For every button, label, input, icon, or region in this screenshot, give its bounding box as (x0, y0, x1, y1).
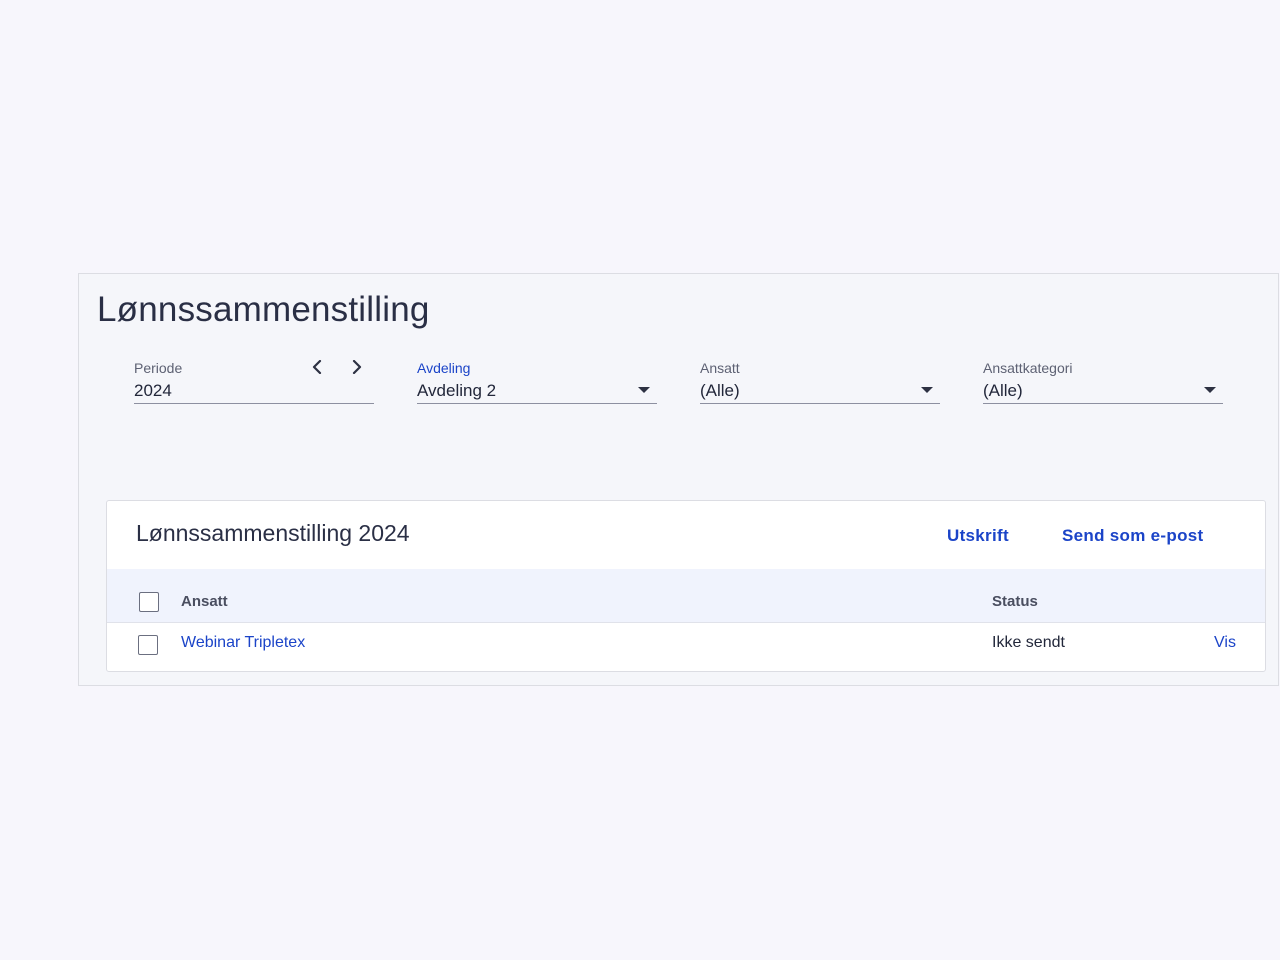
employee-link[interactable]: Webinar Tripletex (181, 634, 305, 652)
ansatt-select[interactable]: Ansatt (Alle) (700, 358, 940, 404)
ansatt-value[interactable]: (Alle) (700, 381, 740, 401)
print-button[interactable]: Utskrift (947, 526, 1009, 546)
periode-field[interactable]: Periode 2024 (134, 358, 374, 404)
chevron-right-icon[interactable] (346, 356, 368, 378)
avdeling-select[interactable]: Avdeling Avdeling 2 (417, 358, 657, 404)
ansattkategori-select[interactable]: Ansattkategori (Alle) (983, 358, 1223, 404)
view-link[interactable]: Vis (1214, 634, 1236, 652)
column-header-status[interactable]: Status (992, 593, 1038, 610)
result-card: Lønnssammenstilling 2024 Utskrift Send s… (106, 500, 1266, 672)
periode-navigation (306, 356, 368, 378)
avdeling-value[interactable]: Avdeling 2 (417, 381, 496, 401)
caret-down-icon[interactable] (1204, 387, 1216, 393)
chevron-left-icon[interactable] (306, 356, 328, 378)
ansatt-label: Ansatt (700, 360, 740, 376)
avdeling-label: Avdeling (417, 360, 471, 376)
table-header: Ansatt Status (107, 569, 1265, 623)
card-title: Lønnssammenstilling 2024 (136, 520, 410, 546)
report-panel: Lønnssammenstilling Periode 2024 Avdelin… (78, 273, 1279, 686)
status-text: Ikke sendt (992, 634, 1065, 651)
ansattkategori-value[interactable]: (Alle) (983, 381, 1023, 401)
send-email-button[interactable]: Send som e-post (1062, 526, 1203, 546)
periode-label: Periode (134, 360, 183, 376)
column-header-employee[interactable]: Ansatt (181, 593, 228, 610)
ansattkategori-label: Ansattkategori (983, 360, 1073, 376)
page-title: Lønnssammenstilling (97, 290, 430, 329)
caret-down-icon[interactable] (921, 387, 933, 393)
row-checkbox[interactable] (138, 635, 158, 655)
periode-value[interactable]: 2024 (134, 381, 172, 401)
caret-down-icon[interactable] (638, 387, 650, 393)
table-row: Webinar Tripletex Ikke sendt Vis (107, 623, 1265, 669)
select-all-checkbox[interactable] (139, 592, 159, 612)
